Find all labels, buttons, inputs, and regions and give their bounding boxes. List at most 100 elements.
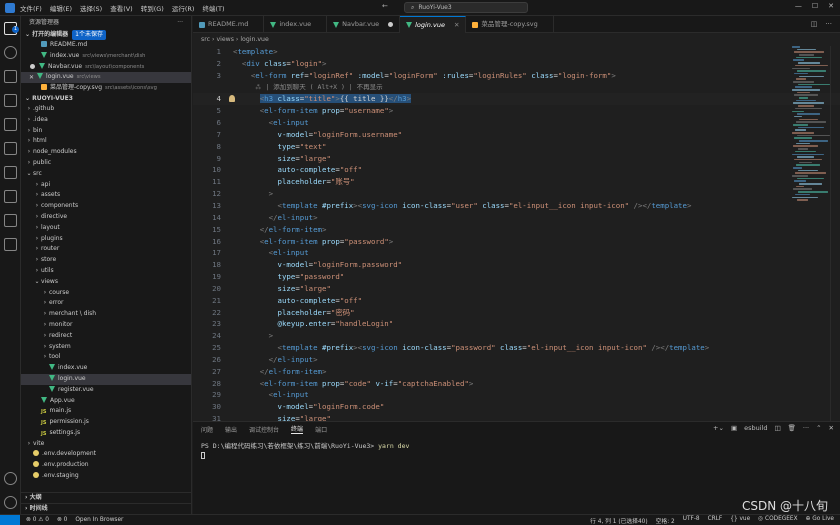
open-editor-item[interactable]: index.vue src\views\merchant\dish	[21, 51, 191, 62]
status-item[interactable]: 行 4, 列 1 (已选择40)	[590, 516, 647, 525]
folder-item[interactable]: › merchant \ dish	[21, 309, 191, 320]
close-icon[interactable]: ✕	[828, 2, 834, 10]
folder-item[interactable]: › node_modules	[21, 147, 191, 158]
menu-item-2[interactable]: 选择(S)	[80, 3, 102, 13]
search-icon[interactable]	[4, 46, 17, 59]
back-arrow-icon[interactable]: ←	[382, 2, 388, 10]
project-section[interactable]: ⌄ RUOYI-VUE3	[21, 94, 191, 104]
python-icon[interactable]	[4, 190, 17, 203]
folder-item[interactable]: › monitor	[21, 320, 191, 331]
status-item[interactable]: ⊕ Go Live	[806, 516, 834, 525]
folder-item[interactable]: › router	[21, 244, 191, 255]
tab-README.md[interactable]: README.md	[193, 16, 265, 33]
folder-item[interactable]: › assets	[21, 190, 191, 201]
open-editor-item[interactable]: 菜品管理-copy.svg src\assets\icons\svg	[21, 83, 191, 94]
file-item[interactable]: .env.staging	[21, 471, 191, 482]
tab-login.vue[interactable]: login.vue ✕	[400, 16, 467, 34]
split-editor-icon[interactable]: ◫	[811, 20, 818, 28]
open-editor-item[interactable]: Navbar.vue src\layout\components	[21, 62, 191, 73]
close-panel-icon[interactable]: ✕	[829, 424, 834, 432]
status-item[interactable]: Open In Browser	[75, 517, 123, 523]
status-item[interactable]: ⊗ 0 ⚠ 0	[26, 517, 49, 523]
folder-item[interactable]: › public	[21, 158, 191, 169]
tab-index.vue[interactable]: index.vue	[264, 16, 328, 33]
file-item[interactable]: .env.production	[21, 460, 191, 471]
folder-item[interactable]: › layout	[21, 223, 191, 234]
menu-item-0[interactable]: 文件(F)	[20, 3, 42, 13]
more-actions-icon[interactable]: ···	[803, 424, 809, 432]
command-center-search[interactable]: ⌕ RuoYi-Vue3	[404, 2, 528, 13]
split-terminal-icon[interactable]: ◫	[774, 424, 780, 432]
status-item[interactable]: {} vue	[730, 516, 750, 525]
status-item[interactable]: ⊗ 0	[57, 517, 67, 523]
account-icon[interactable]	[4, 472, 17, 485]
status-item[interactable]: 空格: 2	[656, 516, 675, 525]
testing-icon[interactable]	[4, 166, 17, 179]
folder-item[interactable]: › system	[21, 342, 191, 353]
folder-item[interactable]: › bin	[21, 126, 191, 137]
menu-item-1[interactable]: 编辑(E)	[50, 3, 72, 13]
panel-tab-调试控制台[interactable]: 调试控制台	[249, 425, 279, 434]
file-item[interactable]: JS settings.js	[21, 428, 191, 439]
open-editor-item[interactable]: ✕ login.vue src\views	[21, 72, 191, 84]
tab-菜品管理-copy.svg[interactable]: 菜品管理-copy.svg	[466, 16, 554, 33]
minimize-icon[interactable]: —	[795, 2, 802, 10]
outline-section[interactable]: › 大纲	[21, 492, 191, 502]
file-item[interactable]: index.vue	[21, 363, 191, 374]
folder-item[interactable]: › vite	[21, 439, 191, 450]
extensions-icon[interactable]	[4, 118, 17, 131]
menu-item-5[interactable]: 运行(R)	[172, 3, 195, 13]
editor-scrollbar[interactable]	[830, 46, 840, 421]
tab-Navbar.vue[interactable]: Navbar.vue	[327, 16, 401, 33]
status-item[interactable]: UTF-8	[683, 516, 700, 525]
source-control-icon[interactable]	[4, 70, 17, 83]
copilot-icon[interactable]	[4, 238, 17, 251]
trash-icon[interactable]: 🗑	[788, 424, 796, 432]
file-item[interactable]: App.vue	[21, 396, 191, 407]
folder-item[interactable]: ⌄src	[21, 169, 191, 180]
file-item[interactable]: register.vue	[21, 385, 191, 396]
settings-gear-icon[interactable]	[4, 496, 17, 509]
file-item[interactable]: JS permission.js	[21, 417, 191, 428]
open-editors-section[interactable]: ⌄ 打开的编辑器 1个未保存	[21, 30, 191, 40]
minimap[interactable]	[792, 46, 830, 206]
breadcrumb[interactable]: src › views › login.vue	[193, 33, 840, 46]
remote-indicator-icon[interactable]	[0, 514, 20, 525]
timeline-section[interactable]: › 时间线	[21, 503, 191, 513]
panel-tab-问题[interactable]: 问题	[201, 425, 213, 434]
folder-item[interactable]: › api	[21, 180, 191, 191]
terminal-name[interactable]: esbuild	[744, 424, 767, 432]
terminal-output[interactable]: PS D:\编程代码练习\若依框架\练习\前端\RuoYi-Vue3> yarn…	[193, 436, 840, 465]
folder-item[interactable]: › error	[21, 298, 191, 309]
folder-item[interactable]: › components	[21, 201, 191, 212]
folder-item[interactable]: › redirect	[21, 331, 191, 342]
maximize-panel-icon[interactable]: ⌃	[816, 424, 821, 432]
folder-item[interactable]: ⌄views	[21, 277, 191, 288]
run-debug-icon[interactable]	[4, 94, 17, 107]
panel-tab-终端[interactable]: 终端	[291, 424, 304, 434]
folder-item[interactable]: › tool	[21, 352, 191, 363]
new-terminal-icon[interactable]: +⌄	[713, 424, 724, 432]
file-item[interactable]: JS main.js	[21, 406, 191, 417]
remote-explorer-icon[interactable]	[4, 142, 17, 155]
file-item[interactable]: login.vue	[21, 373, 191, 385]
more-actions-icon[interactable]: ···	[177, 16, 183, 30]
status-item[interactable]: CRLF	[708, 516, 723, 525]
panel-tab-输出[interactable]: 输出	[225, 425, 237, 434]
close-icon[interactable]: ✕	[454, 17, 459, 34]
status-item[interactable]: ◎ CODEGEEX	[758, 516, 797, 525]
folder-item[interactable]: › directive	[21, 212, 191, 223]
menu-item-4[interactable]: 转到(G)	[141, 3, 164, 13]
codegeex-icon[interactable]	[4, 214, 17, 227]
maximize-icon[interactable]: ☐	[812, 2, 818, 10]
codelens-hint[interactable]: ⁂ | 添加到聊天 ( Alt+X ) | 不再显示	[193, 82, 840, 94]
lightbulb-icon[interactable]	[229, 95, 235, 103]
folder-item[interactable]: › plugins	[21, 234, 191, 245]
folder-item[interactable]: › .github	[21, 104, 191, 115]
folder-item[interactable]: › .idea	[21, 115, 191, 126]
folder-item[interactable]: › course	[21, 288, 191, 299]
panel-tab-端口[interactable]: 端口	[315, 425, 327, 434]
open-editor-item[interactable]: README.md	[21, 40, 191, 51]
folder-item[interactable]: › utils	[21, 266, 191, 277]
folder-item[interactable]: › store	[21, 255, 191, 266]
